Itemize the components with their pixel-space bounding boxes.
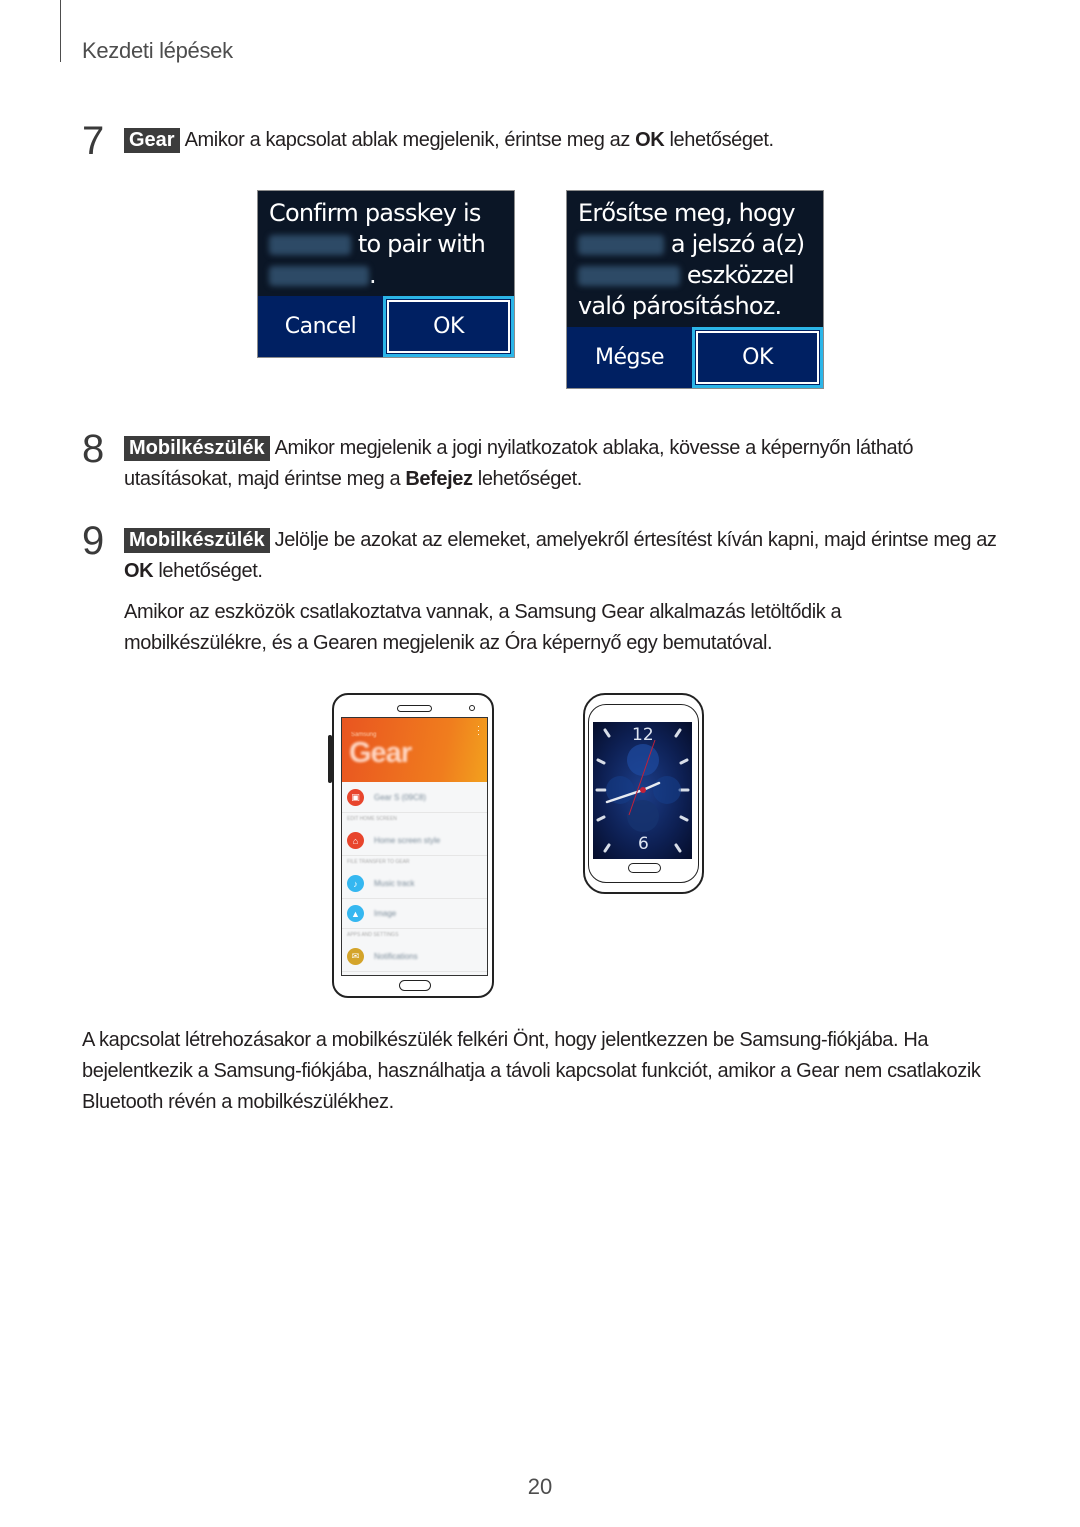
dialog-hu-line4: való párosításhoz. <box>578 292 782 320</box>
step-7-text: Gear Amikor a kapcsolat ablak megjelenik,… <box>124 125 1004 156</box>
blurred-passkey <box>269 235 351 255</box>
section-label: FILE TRANSFER TO GEAR <box>347 859 410 865</box>
dialog-hu-line3: eszközzel <box>686 261 795 289</box>
blurred-device-name <box>578 266 680 286</box>
dialog-hu-line1: Erősítse meg, hogy <box>578 199 796 227</box>
phone-camera <box>469 705 475 711</box>
phone-home-button <box>399 980 431 991</box>
list-item-label: Notifications <box>374 952 418 961</box>
step-8-bold: Befejez <box>405 468 473 490</box>
home-icon: ⌂ <box>347 832 364 849</box>
side-rule <box>60 0 61 62</box>
dialog-en-line1: Confirm passkey is <box>269 199 481 227</box>
list-item[interactable]: ▲ Image <box>342 899 487 929</box>
step-7-text-b: lehetőséget. <box>664 129 774 151</box>
passkey-dialog-hu: Erősítse meg, hogy a jelszó a(z) eszközz… <box>566 190 824 389</box>
music-icon: ♪ <box>347 875 364 892</box>
image-icon: ▲ <box>347 905 364 922</box>
list-item-label: Image <box>374 909 397 918</box>
watch-illustration: 12 6 <box>583 693 704 894</box>
dialog-en-buttons: Cancel OK <box>258 296 514 357</box>
list-item[interactable]: ⌂ Home screen style <box>342 826 487 856</box>
phone-illustration: Samsung Gear · · · ▣ Gear S (09C8) EDIT HO… <box>328 693 494 998</box>
step-9-text-b: lehetőséget. <box>153 560 263 582</box>
step-7-text-a: Amikor a kapcsolat ablak megjelenik, éri… <box>184 129 636 151</box>
ok-button-hu[interactable]: OK <box>692 327 823 388</box>
step-9-bold: OK <box>124 560 154 582</box>
watch-face: 12 6 <box>593 722 692 859</box>
blurred-passkey <box>578 235 664 255</box>
numeral-12: 12 <box>632 725 654 745</box>
tag-mobile-device: Mobilkészülék <box>124 436 270 461</box>
phone-side-button <box>328 735 332 783</box>
watch-home-button <box>628 863 661 873</box>
app-title: Gear <box>349 737 412 769</box>
tag-mobile-device: Mobilkészülék <box>124 528 270 553</box>
step-number-7: 7 <box>82 119 105 163</box>
device-name: Gear S (09C8) <box>374 792 427 802</box>
page-number: 20 <box>527 1474 553 1499</box>
step-9-text: Mobilkészülék Jelölje be azokat az elemek… <box>124 525 1004 587</box>
step-9-text-a: Jelölje be azokat az elemeket, amelyekrő… <box>274 529 997 551</box>
footer-paragraph: A kapcsolat létrehozásakor a mobilkészül… <box>82 1029 981 1113</box>
step-number-8: 8 <box>82 427 105 471</box>
dialog-en-line3: . <box>369 261 377 289</box>
dialog-en-line2: to pair with <box>357 230 486 258</box>
notification-icon: ✉ <box>347 948 364 965</box>
dialog-hu-message: Erősítse meg, hogy a jelszó a(z) eszközz… <box>567 191 823 322</box>
cancel-button[interactable]: Cancel <box>258 296 383 357</box>
watch-icon: ▣ <box>347 788 364 806</box>
list-item-label: Home screen style <box>374 836 441 845</box>
ok-button[interactable]: OK <box>383 296 514 357</box>
passkey-dialog-en: Confirm passkey is to pair with . Cancel… <box>257 190 515 358</box>
device-row[interactable]: ▣ Gear S (09C8) <box>342 782 487 813</box>
app-header: Samsung Gear · · · <box>342 718 487 782</box>
phone-speaker <box>397 705 432 712</box>
dialog-hu-line2: a jelszó a(z) <box>670 230 805 258</box>
blurred-device-name <box>269 266 369 286</box>
dialog-en-message: Confirm passkey is to pair with . <box>258 191 514 291</box>
step-8-text: Mobilkészülék Amikor megjelenik a jogi ny… <box>124 433 1004 495</box>
gear-app-screen: Samsung Gear · · · ▣ Gear S (09C8) EDIT HO… <box>341 717 488 976</box>
dialog-hu-buttons: Mégse OK <box>567 327 823 388</box>
step-9-note: Amikor az eszközök csatlakoztatva vannak… <box>124 601 842 654</box>
section-title: Kezdeti lépések <box>82 38 233 63</box>
numeral-6: 6 <box>638 834 649 854</box>
list-item[interactable]: ✉ Notifications <box>342 942 487 972</box>
megse-button[interactable]: Mégse <box>567 327 692 388</box>
step-7-bold: OK <box>635 129 665 151</box>
list-item[interactable]: ♪ Music track <box>342 869 487 899</box>
more-options-icon[interactable]: · · · <box>477 722 480 739</box>
tag-gear: Gear <box>124 128 180 153</box>
section-label: EDIT HOME SCREEN <box>347 816 397 822</box>
step-8-text-b: lehetőséget. <box>472 468 583 490</box>
step-number-9: 9 <box>82 519 105 563</box>
list-item-label: Music track <box>374 879 415 888</box>
section-label: APPS AND SETTINGS <box>347 932 399 938</box>
